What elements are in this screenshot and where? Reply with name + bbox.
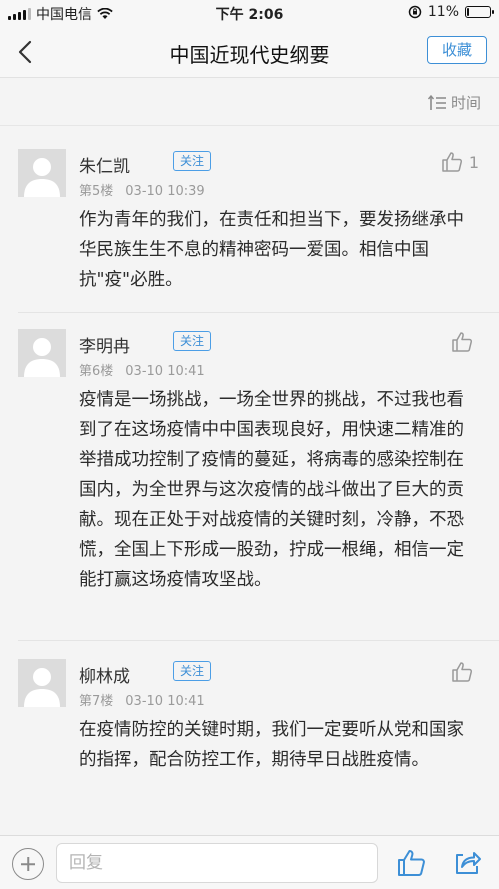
comment-time: 03-10 10:41 (125, 694, 205, 709)
comment-item: 李明冉 关注 第6楼 03-10 10:41 疫情是一场挑战，一场全世界的挑战，不… (0, 329, 499, 629)
default-avatar-icon (24, 158, 60, 197)
divider (18, 312, 499, 313)
add-attachment-button[interactable] (12, 848, 44, 880)
thumbs-up-icon (442, 152, 462, 172)
reply-input[interactable]: 回复 (56, 843, 378, 883)
comment-meta: 第6楼 03-10 10:41 (79, 360, 205, 379)
floor-number: 第5楼 (79, 184, 114, 199)
reply-bar: 回复 (0, 835, 499, 889)
favorite-button[interactable]: 收藏 (427, 36, 487, 64)
navigation-bar: 中国近现代史纲要 收藏 (0, 26, 499, 78)
rotation-lock-icon (408, 5, 422, 19)
author-name[interactable]: 柳林成 (79, 662, 130, 687)
like-button[interactable] (451, 661, 479, 683)
battery-icon (465, 6, 494, 18)
thumbs-up-icon (452, 662, 473, 682)
like-count: 1 (468, 152, 479, 172)
comment-time: 03-10 10:41 (125, 364, 205, 379)
default-avatar-icon (24, 668, 60, 707)
sort-bar: 时间 (0, 78, 499, 126)
avatar[interactable] (18, 149, 66, 197)
sort-by-time-button[interactable]: 时间 (427, 92, 481, 113)
follow-button[interactable]: 关注 (173, 151, 211, 171)
default-avatar-icon (24, 338, 60, 377)
share-icon[interactable] (452, 848, 482, 878)
floor-number: 第6楼 (79, 364, 114, 379)
like-button[interactable]: 1 (441, 151, 479, 173)
avatar[interactable] (18, 659, 66, 707)
like-button[interactable] (451, 331, 479, 353)
comment-meta: 第7楼 03-10 10:41 (79, 690, 205, 709)
page-title: 中国近现代史纲要 (169, 43, 330, 67)
follow-button[interactable]: 关注 (173, 331, 211, 351)
battery-percent: 11% (427, 4, 459, 20)
battery-level (467, 8, 469, 16)
divider (18, 640, 499, 641)
thumbs-up-icon[interactable] (396, 848, 426, 878)
floor-number: 第7楼 (79, 694, 114, 709)
comment-item: 柳林成 关注 第7楼 03-10 10:41 在疫情防控的关键时期，我们一定要听从… (0, 659, 499, 819)
author-name[interactable]: 李明冉 (79, 332, 130, 357)
comment-text: 在疫情防控的关键时期，我们一定要听从党和国家的指挥，配合防控工作，期待早日战胜疫… (79, 720, 464, 770)
avatar[interactable] (18, 329, 66, 377)
thumbs-up-icon (452, 332, 473, 352)
comment-meta: 第5楼 03-10 10:39 (79, 180, 205, 199)
author-name[interactable]: 朱仁凯 (79, 152, 130, 177)
comment-text: 作为青年的我们，在责任和担当下，要发扬继承中华民族生生不息的精神密码一爱国。相信… (79, 210, 464, 290)
comment-text: 疫情是一场挑战，一场全世界的挑战，不过我也看到了在这场疫情中中国表现良好，用快速… (79, 390, 464, 590)
sort-list-icon (427, 94, 446, 110)
follow-button[interactable]: 关注 (173, 661, 211, 681)
comment-time: 03-10 10:39 (125, 184, 205, 199)
status-bar: 中国电信 下午 2:06 11% (0, 0, 499, 26)
sort-label: 时间 (450, 94, 481, 112)
comment-item: 朱仁凯 关注 第5楼 03-10 10:39 1 作为青年的我们，在责任和担当下，… (0, 149, 499, 299)
